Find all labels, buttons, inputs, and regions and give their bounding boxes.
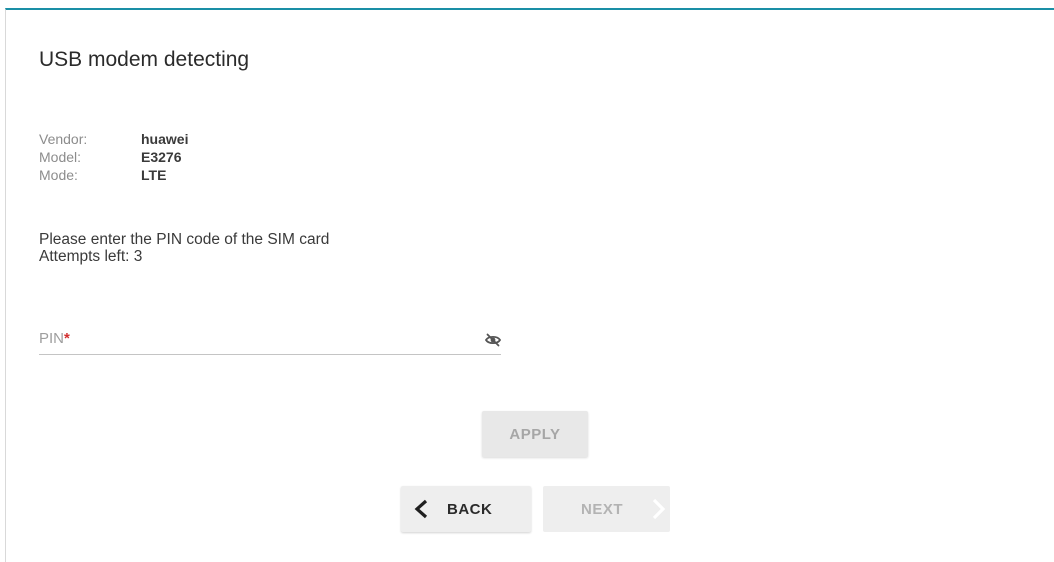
next-button[interactable]: NEXT — [543, 486, 670, 532]
pin-instructions-text: Please enter the PIN code of the SIM car… — [39, 231, 330, 248]
next-button-label: NEXT — [581, 500, 624, 518]
wizard-card: USB modem detecting Vendor: huawei Model… — [5, 8, 1054, 562]
mode-label: Mode: — [39, 167, 78, 183]
vendor-label: Vendor: — [39, 131, 88, 147]
chevron-right-icon — [652, 498, 666, 520]
modem-info-row-vendor: Vendor: huawei — [39, 130, 188, 148]
model-value: E3276 — [141, 149, 182, 165]
pin-instructions: Please enter the PIN code of the SIM car… — [39, 231, 329, 265]
page-title: USB modem detecting — [39, 48, 250, 71]
pin-input[interactable] — [39, 326, 473, 355]
model-label: Model: — [39, 149, 82, 165]
pin-field: PIN* — [39, 326, 502, 355]
apply-button[interactable]: APPLY — [482, 411, 588, 457]
modem-info-row-model: Model: E3276 — [39, 148, 188, 166]
back-button[interactable]: BACK — [401, 486, 531, 532]
attempts-left-text: Attempts left: 3 — [39, 248, 143, 265]
mode-value: LTE — [141, 167, 167, 183]
vendor-value: huawei — [141, 131, 189, 147]
modem-info-row-mode: Mode: LTE — [39, 166, 188, 184]
chevron-left-icon — [414, 499, 428, 519]
back-button-label: BACK — [447, 500, 493, 518]
modem-info: Vendor: huawei Model: E3276 Mode: LTE — [39, 130, 188, 184]
eye-off-icon[interactable] — [484, 332, 502, 348]
